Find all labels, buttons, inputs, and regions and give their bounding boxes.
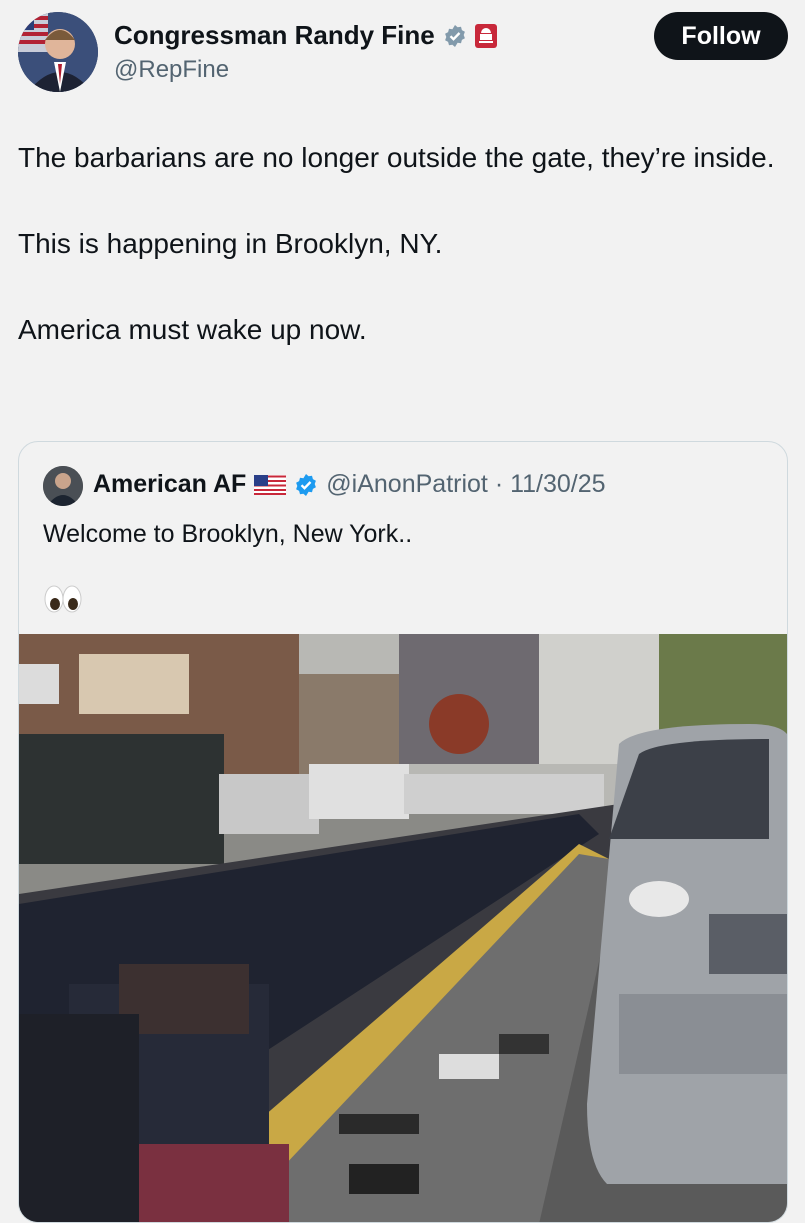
us-flag-icon	[254, 474, 287, 495]
author-handle[interactable]: @RepFine	[114, 56, 229, 84]
tweet-text: The barbarians are no longer outside the…	[18, 136, 778, 394]
tweet-header: Congressman Randy Fine @RepFine Follow	[18, 12, 788, 94]
verified-badge-icon	[296, 473, 317, 496]
quoted-header: American AF @iAnonPatriot · 11/30/25	[93, 470, 606, 499]
eyes-emoji-icon	[44, 585, 82, 613]
tweet-paragraph: This is happening in Brooklyn, NY.	[18, 228, 443, 259]
quoted-tweet[interactable]: American AF @iAnonPatriot · 11/30/25 Wel…	[18, 441, 788, 1223]
author-name-row: Congressman Randy Fine	[114, 20, 497, 51]
tweet-paragraph: The barbarians are no longer outside the…	[18, 142, 775, 173]
author-name[interactable]: Congressman Randy Fine	[114, 20, 435, 51]
follow-button[interactable]: Follow	[654, 12, 788, 60]
quoted-text: Welcome to Brooklyn, New York..	[43, 520, 413, 548]
tweet-paragraph: America must wake up now.	[18, 314, 367, 345]
author-avatar[interactable]	[18, 12, 98, 92]
government-badge-icon	[474, 23, 497, 48]
quoted-video[interactable]	[19, 634, 787, 1222]
verified-badge-icon	[444, 24, 465, 47]
quoted-author-avatar[interactable]	[43, 466, 83, 506]
quoted-author-name[interactable]: American AF	[93, 470, 246, 499]
video-frame-image	[19, 634, 787, 1222]
quoted-handle-date[interactable]: @iAnonPatriot · 11/30/25	[326, 470, 605, 499]
